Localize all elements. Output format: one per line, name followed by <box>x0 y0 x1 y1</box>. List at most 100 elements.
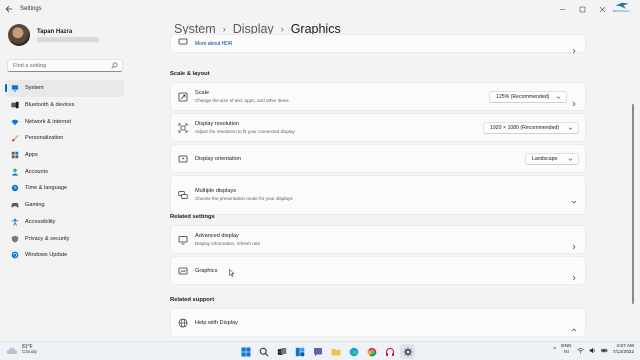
breadcrumb-separator-icon: › <box>280 24 284 34</box>
resolution-dropdown[interactable]: 1920 × 1080 (Recommended) <box>483 122 579 134</box>
orientation-value: Landscape <box>532 156 558 162</box>
taskbar-search-button[interactable] <box>256 344 271 359</box>
accessibility-icon <box>11 218 19 226</box>
sidebar-item-accessibility[interactable]: Accessibility <box>5 214 124 231</box>
sidebar-item-label: Gaming <box>25 202 45 209</box>
multiple-displays-icon <box>178 190 188 200</box>
chrome-icon <box>367 347 376 356</box>
globe-icon <box>178 318 188 328</box>
battery-icon[interactable] <box>600 347 608 354</box>
avatar <box>8 24 30 46</box>
sidebar-item-system[interactable]: System <box>5 80 124 97</box>
chevron-right-icon <box>571 237 577 250</box>
advanced-display-card[interactable]: Advanced display Display information, re… <box>170 225 586 254</box>
back-button[interactable] <box>0 0 18 18</box>
sidebar-item-time-language[interactable]: Time & language <box>5 180 124 197</box>
person-icon <box>11 168 19 176</box>
scrollbar[interactable] <box>632 104 634 304</box>
chevron-up-icon[interactable]: ^ <box>553 347 556 353</box>
settings-taskbar-button[interactable] <box>400 344 415 359</box>
advanced-display-description: Display information, refresh rate <box>195 240 261 246</box>
headphones-icon <box>385 347 394 356</box>
scale-card[interactable]: Scale Change the size of text, apps, and… <box>170 82 586 111</box>
scale-dropdown[interactable]: 125% (Recommended) <box>489 91 567 103</box>
title-bar: Settings TECHNOLOGY... <box>0 0 640 18</box>
chevron-right-icon <box>571 94 577 107</box>
monitor-icon <box>178 235 188 245</box>
gamepad-icon <box>11 201 19 209</box>
bird-logo-icon <box>615 2 629 10</box>
profile-name: Tapan Hazra <box>37 28 73 35</box>
close-icon <box>599 6 605 12</box>
chevron-down-icon <box>568 158 573 161</box>
scale-value: 125% (Recommended) <box>496 94 550 100</box>
sidebar-item-bluetooth[interactable]: Bluetooth & devices <box>5 97 124 114</box>
close-button[interactable] <box>592 0 612 18</box>
app-title: Settings <box>20 6 42 12</box>
wifi-icon[interactable] <box>577 347 584 354</box>
sidebar-item-label: System <box>25 85 44 92</box>
minimize-icon <box>559 8 565 10</box>
user-profile[interactable]: Tapan Hazra <box>8 24 99 46</box>
minimize-button[interactable] <box>552 0 572 18</box>
gear-icon <box>403 347 412 356</box>
widgets-icon <box>295 347 304 356</box>
search-icon <box>111 62 118 69</box>
sidebar-item-personalization[interactable]: Personalization <box>5 130 124 147</box>
widgets-button[interactable] <box>292 344 307 359</box>
help-with-display-card[interactable]: Help with Display <box>170 308 586 337</box>
bluetooth-icon <box>11 101 19 109</box>
sidebar-item-network[interactable]: Network & internet <box>5 113 124 130</box>
breadcrumb-separator-icon: › <box>222 24 226 34</box>
weather-widget[interactable]: 81°F Cloudy <box>6 344 37 356</box>
taskbar: 81°F Cloudy ^ ENG IN 4:57 AM 7/12/2022 <box>0 341 640 360</box>
resolution-title: Display resolution <box>195 121 240 127</box>
edge-button[interactable] <box>346 344 361 359</box>
media-app-button[interactable] <box>382 344 397 359</box>
hdr-icon <box>178 37 188 47</box>
graphics-icon <box>178 266 188 276</box>
shield-icon <box>11 235 19 243</box>
sidebar-item-label: Personalization <box>25 135 64 142</box>
search-input[interactable] <box>13 62 113 69</box>
file-explorer-button[interactable] <box>328 344 343 359</box>
scale-icon <box>178 92 188 102</box>
sidebar-item-label: Bluetooth & devices <box>25 102 75 109</box>
orientation-dropdown[interactable]: Landscape <box>525 153 579 165</box>
windows-logo-icon <box>241 347 250 356</box>
clock-date: 7/12/2022 <box>612 350 634 355</box>
chrome-button[interactable] <box>364 344 379 359</box>
help-with-display-title: Help with Display <box>195 320 238 326</box>
more-about-hdr-link[interactable]: More about HDR <box>195 41 233 47</box>
weather-condition: Cloudy <box>22 350 37 355</box>
search-box[interactable] <box>7 59 123 72</box>
task-view-button[interactable] <box>274 344 289 359</box>
clock[interactable]: 4:57 AM 7/12/2022 <box>613 344 634 356</box>
chevron-down-icon <box>556 96 561 99</box>
main-content: System › Display › Graphics More about H… <box>170 18 590 341</box>
start-button[interactable] <box>238 344 253 359</box>
chat-button[interactable] <box>310 344 325 359</box>
language-indicator[interactable]: ENG IN <box>561 344 571 356</box>
sidebar-item-windows-update[interactable]: Windows Update <box>5 247 124 264</box>
graphics-card[interactable]: Graphics <box>170 256 586 285</box>
language-line-2: IN <box>564 350 569 355</box>
sidebar-item-apps[interactable]: Apps <box>5 147 124 164</box>
orientation-icon <box>178 154 188 164</box>
brush-icon <box>11 134 19 142</box>
sidebar-item-privacy[interactable]: Privacy & security <box>5 230 124 247</box>
channel-logo: TECHNOLOGY... <box>610 1 634 15</box>
speaker-icon[interactable] <box>589 347 596 354</box>
nav-list: System Bluetooth & devices Network & int… <box>5 80 124 264</box>
scale-title: Scale <box>195 90 209 96</box>
monitor-icon <box>11 84 19 92</box>
sidebar-item-label: Time & language <box>25 185 68 192</box>
multiple-displays-card[interactable]: Multiple displays Choose the presentatio… <box>170 175 586 215</box>
sidebar-item-accounts[interactable]: Accounts <box>5 163 124 180</box>
sidebar-item-gaming[interactable]: Gaming <box>5 197 124 214</box>
sidebar-item-label: Windows Update <box>25 252 68 259</box>
scale-description: Change the size of text, apps, and other… <box>195 97 289 103</box>
section-heading-related-support: Related support <box>170 297 215 303</box>
maximize-button[interactable] <box>572 0 592 18</box>
hdr-card: More about HDR <box>170 34 586 54</box>
